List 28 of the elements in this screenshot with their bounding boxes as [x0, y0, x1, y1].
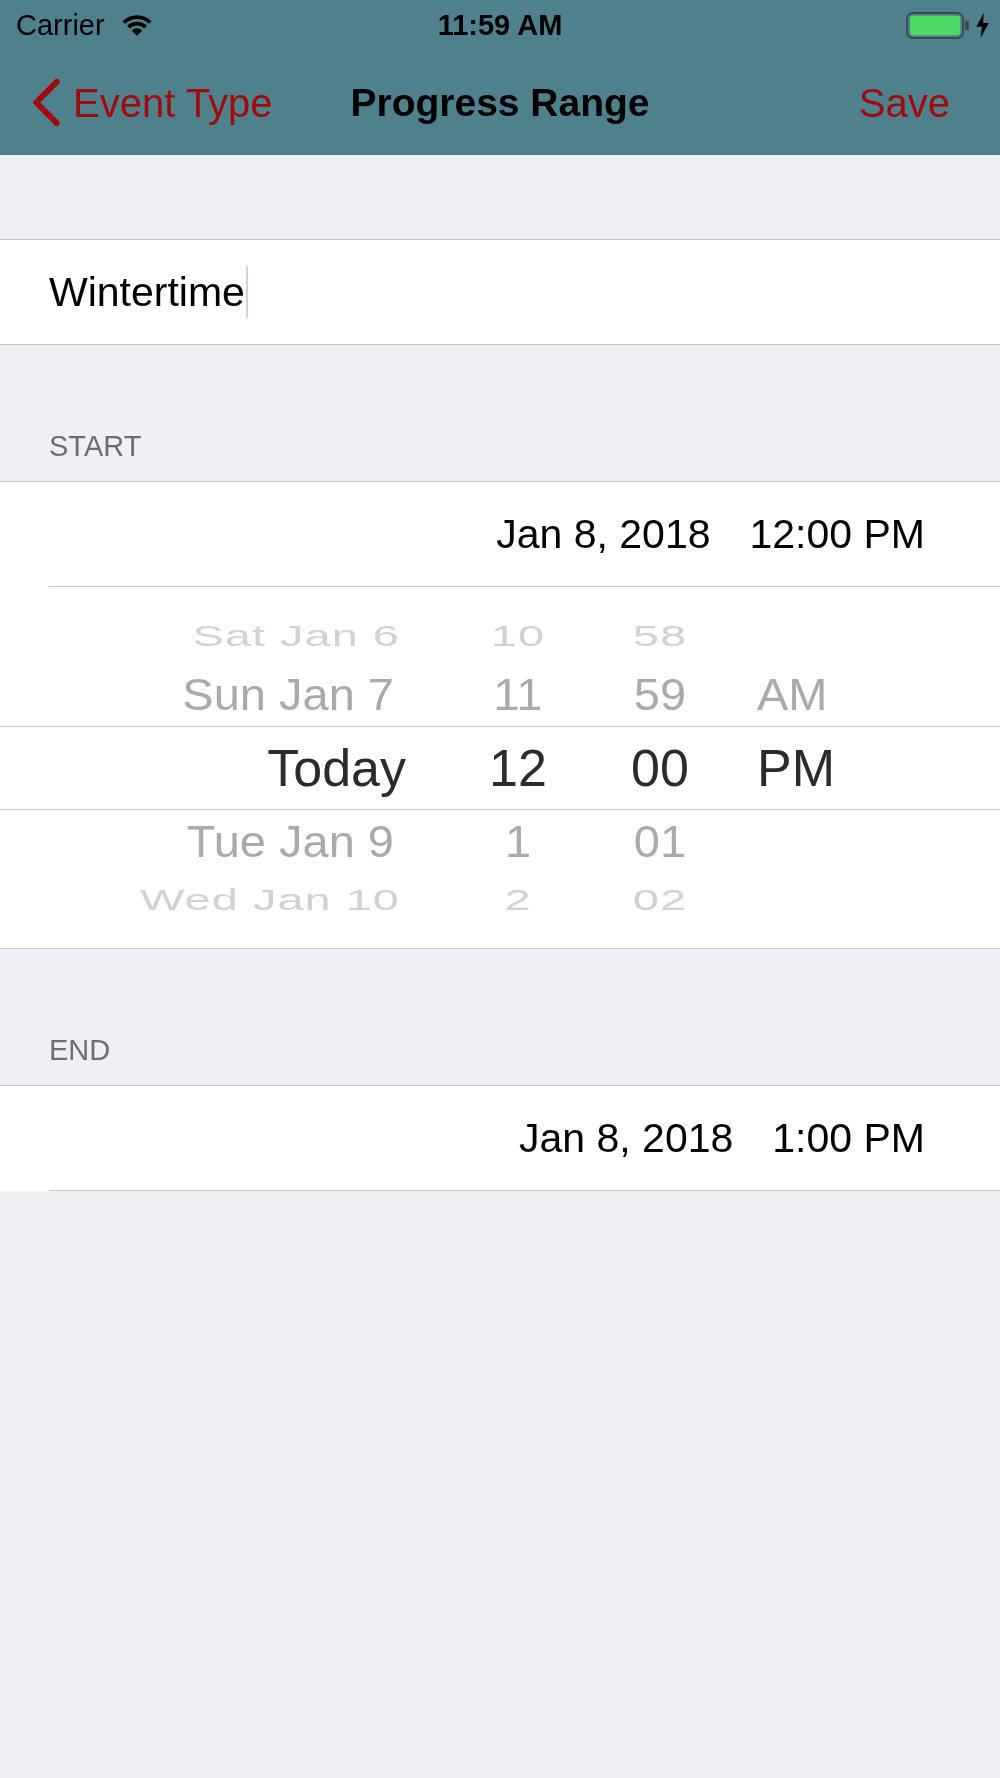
picker-item[interactable]: 01: [633, 819, 687, 863]
chevron-left-icon: [31, 78, 61, 127]
picker-item[interactable]: 11: [493, 672, 543, 717]
wifi-icon: [121, 14, 152, 36]
nav-title: Progress Range: [350, 83, 650, 122]
picker-item[interactable]: 1: [504, 819, 532, 863]
section-header: START: [49, 431, 142, 461]
date-value: Jan 8, 2018: [496, 513, 711, 555]
date-value: Jan 8, 2018: [519, 1117, 734, 1159]
picker-item[interactable]: Sun Jan 7: [182, 672, 394, 717]
back-button[interactable]: Event Type: [31, 78, 273, 127]
time-value: 12:00 PM: [749, 513, 925, 555]
bolt-icon: [976, 12, 989, 38]
battery-icon: [906, 11, 970, 39]
picker-item[interactable]: 12: [489, 742, 547, 794]
carrier-label: Carrier: [16, 10, 105, 40]
picker-item[interactable]: 00: [631, 742, 689, 794]
picker-item[interactable]: PM: [757, 742, 835, 794]
date-row[interactable]: Jan 8, 2018 12:00 PM: [0, 482, 1000, 586]
status-time: 11:59 AM: [437, 10, 563, 40]
name-field[interactable]: Wintertime: [0, 239, 1000, 345]
save-button[interactable]: Save: [858, 82, 950, 123]
picker-item[interactable]: 59: [633, 672, 687, 717]
time-value: 1:00 PM: [772, 1117, 925, 1159]
date-row[interactable]: Jan 8, 2018 1:00 PM: [0, 1086, 1000, 1190]
section-header: END: [49, 1035, 111, 1065]
picker-item[interactable]: Tue Jan 9: [186, 819, 394, 863]
picker-item[interactable]: AM: [757, 672, 828, 717]
